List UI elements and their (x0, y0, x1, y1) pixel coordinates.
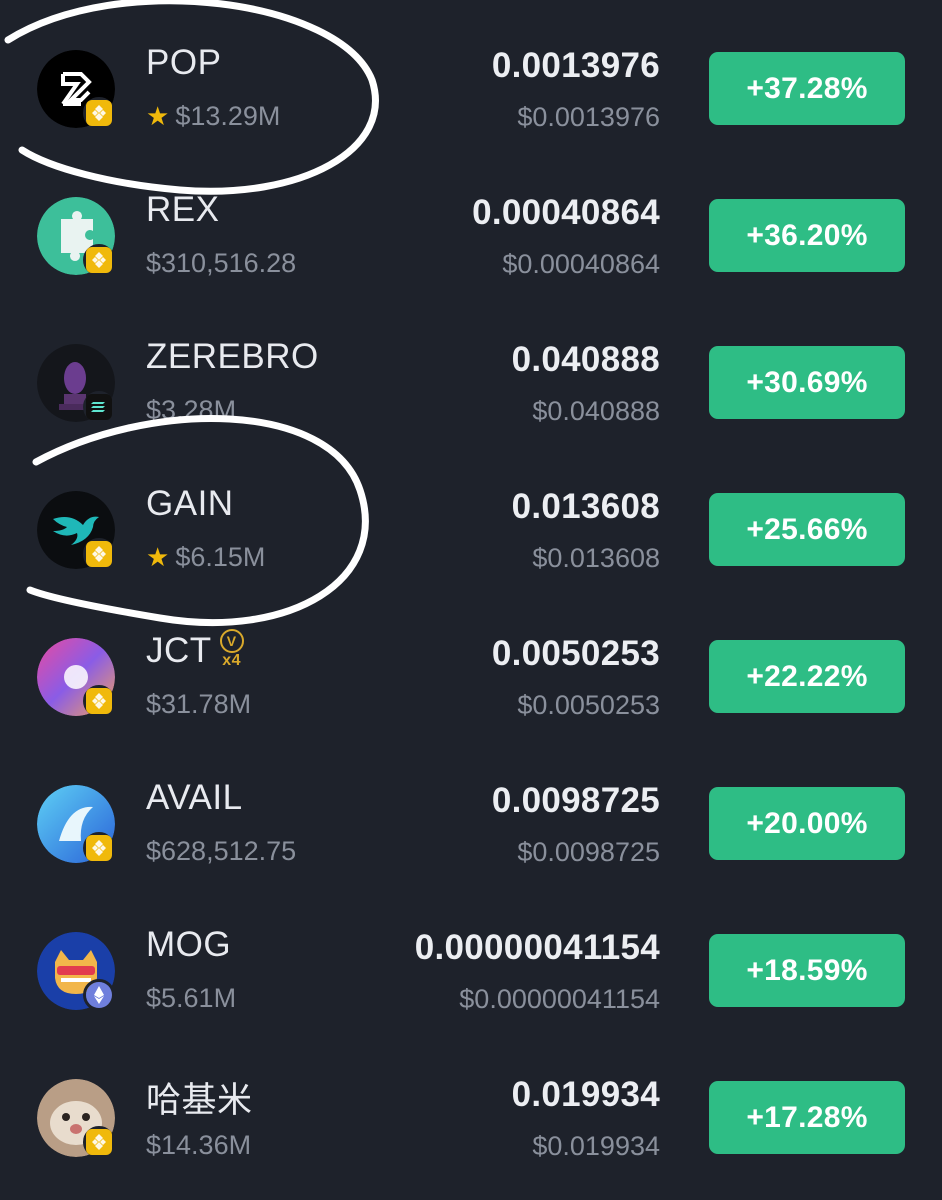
price-change-badge[interactable]: +17.28% (709, 1081, 905, 1154)
leverage-multiplier: x4 (222, 652, 242, 669)
token-symbol: GAIN (146, 484, 234, 523)
token-row-pop[interactable]: POP ★ $13.29M 0.0013976 $0.0013976 +37.28… (0, 0, 942, 147)
token-volume-line: ★ $6.15M (146, 542, 265, 573)
token-price: 0.0098725 (491, 781, 660, 820)
token-price: 0.019934 (511, 1075, 660, 1114)
token-price-usd: $0.013608 (532, 543, 660, 573)
token-row-mog[interactable]: MOG $5.61M 0.00000041154 $0.00000041154 … (0, 882, 942, 1029)
token-row-hajimi[interactable]: 哈基米 $14.36M 0.019934 $0.019934 +17.28% (0, 1029, 942, 1176)
token-price-usd: $0.00000041154 (459, 984, 660, 1014)
token-price-usd: $0.0013976 (517, 102, 660, 132)
token-price: 0.0050253 (491, 634, 660, 673)
token-name-line: JCT Vx4 (146, 629, 244, 671)
leverage-letter: V (219, 629, 244, 653)
price-change-badge[interactable]: +22.22% (709, 640, 905, 713)
token-symbol: POP (146, 43, 222, 82)
token-row-gain[interactable]: GAIN ★ $6.15M 0.013608 $0.013608 +25.66% (0, 441, 942, 588)
price-change-badge[interactable]: +36.20% (709, 199, 905, 272)
token-price: 0.040888 (511, 340, 660, 379)
price-change-badge[interactable]: +37.28% (709, 52, 905, 125)
token-row-avail[interactable]: AVAIL $628,512.75 0.0098725 $0.0098725 +… (0, 735, 942, 882)
token-volume: $6.15M (175, 542, 266, 572)
token-volume: $31.78M (146, 689, 252, 719)
token-symbol: JCT (146, 631, 212, 670)
price-change-badge[interactable]: +20.00% (709, 787, 905, 860)
ethereum-icon (83, 979, 115, 1011)
token-row-zerebro[interactable]: ZEREBRO $3.28M 0.040888 $0.040888 +30.69… (0, 294, 942, 441)
token-symbol: AVAIL (146, 778, 243, 817)
token-volume: $3.28M (146, 395, 237, 425)
bnb-icon (83, 538, 115, 570)
token-volume-line: ★ $13.29M (146, 101, 280, 132)
bnb-icon (83, 244, 115, 276)
token-symbol: REX (146, 190, 220, 229)
token-volume: $13.29M (175, 101, 281, 131)
price-change-badge[interactable]: +18.59% (709, 934, 905, 1007)
star-icon: ★ (146, 542, 170, 572)
token-volume: $14.36M (146, 1130, 252, 1160)
solana-icon (83, 391, 115, 423)
token-symbol: MOG (146, 925, 232, 964)
token-volume: $310,516.28 (146, 248, 297, 278)
token-price-usd: $0.019934 (532, 1131, 660, 1161)
price-change-badge[interactable]: +30.69% (709, 346, 905, 419)
token-row-jct[interactable]: JCT Vx4 $31.78M 0.0050253 $0.0050253 +22.… (0, 588, 942, 735)
token-price-usd: $0.0050253 (517, 690, 660, 720)
token-volume: $628,512.75 (146, 836, 297, 866)
token-symbol: ZEREBRO (146, 337, 319, 376)
star-icon: ★ (146, 101, 170, 131)
token-symbol: 哈基米 (146, 1081, 253, 1120)
price-change-badge[interactable]: +25.66% (709, 493, 905, 566)
bnb-icon (83, 832, 115, 864)
token-price: 0.013608 (511, 487, 660, 526)
token-price: 0.00000041154 (414, 928, 660, 967)
token-volume: $5.61M (146, 983, 237, 1013)
token-price-usd: $0.040888 (532, 396, 660, 426)
token-price-usd: $0.0098725 (517, 837, 660, 867)
bnb-icon (83, 97, 115, 129)
leverage-tag: Vx4 (219, 629, 244, 669)
token-price-usd: $0.00040864 (502, 249, 660, 279)
bnb-icon (83, 685, 115, 717)
token-row-rex[interactable]: REX $310,516.28 0.00040864 $0.00040864 +… (0, 147, 942, 294)
bnb-icon (83, 1126, 115, 1158)
token-price: 0.0013976 (491, 46, 660, 85)
token-price: 0.00040864 (472, 193, 660, 232)
